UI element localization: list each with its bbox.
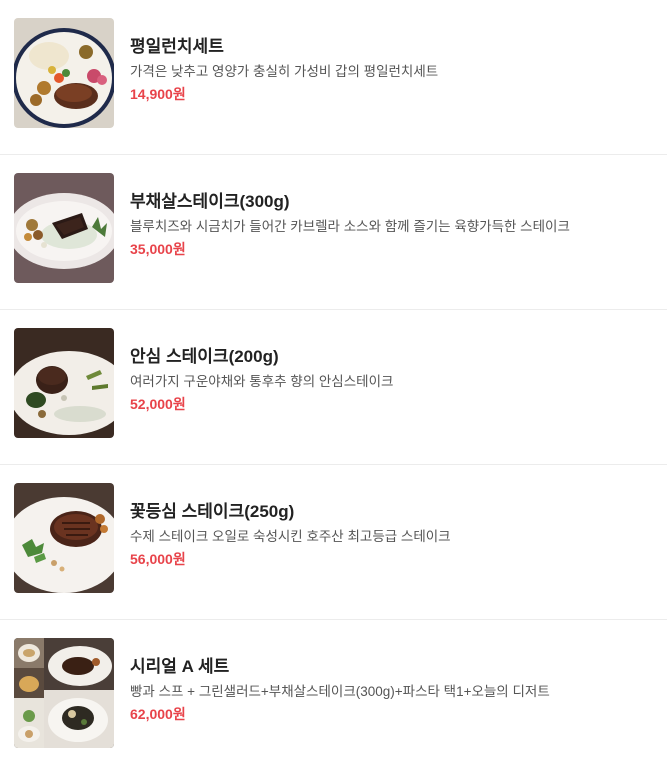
tenderloin-steak-photo <box>14 328 114 438</box>
menu-item-info: 평일런치세트 가격은 낮추고 영양가 충실히 가성비 갑의 평일런치세트 14,… <box>130 35 657 104</box>
set-collage-photo <box>14 638 114 748</box>
menu-item[interactable]: 평일런치세트 가격은 낮추고 영양가 충실히 가성비 갑의 평일런치세트 14,… <box>0 0 667 155</box>
menu-item-description: 빵과 스프 + 그린샐러드+부채살스테이크(300g)+파스타 택1+오늘의 디… <box>130 684 550 699</box>
menu-item-info: 안심 스테이크(200g) 여러가지 구운야채와 통후추 향의 안심스테이크 5… <box>130 345 657 414</box>
menu-item-description: 가격은 낮추고 영양가 충실히 가성비 갑의 평일런치세트 <box>130 64 439 79</box>
menu-item-name: 꽃등심 스테이크(250g) <box>130 502 295 521</box>
chuck-steak-photo <box>14 173 114 283</box>
menu-item-price: 14,900원 <box>130 86 186 102</box>
menu-item-photo[interactable] <box>14 173 114 283</box>
menu-list: 평일런치세트 가격은 낮추고 영양가 충실히 가성비 갑의 평일런치세트 14,… <box>0 0 667 775</box>
menu-item-info: 시리얼 A 세트 빵과 스프 + 그린샐러드+부채살스테이크(300g)+파스타… <box>130 655 657 724</box>
menu-item-name: 부채살스테이크(300g) <box>130 192 290 211</box>
menu-item-photo[interactable] <box>14 18 114 128</box>
menu-item-photo[interactable] <box>14 483 114 593</box>
menu-item-name: 안심 스테이크(200g) <box>130 347 279 366</box>
menu-item-price: 52,000원 <box>130 396 186 412</box>
menu-item[interactable]: 부채살스테이크(300g) 블루치즈와 시금치가 들어간 카브렐라 소스와 함께… <box>0 155 667 310</box>
menu-item[interactable]: 시리얼 A 세트 빵과 스프 + 그린샐러드+부채살스테이크(300g)+파스타… <box>0 620 667 775</box>
menu-item-info: 꽃등심 스테이크(250g) 수제 스테이크 오일로 숙성시킨 호주산 최고등급… <box>130 500 657 569</box>
menu-item-description: 블루치즈와 시금치가 들어간 카브렐라 소스와 함께 즐기는 육향가득한 스테이… <box>130 219 570 234</box>
menu-item-description: 수제 스테이크 오일로 숙성시킨 호주산 최고등급 스테이크 <box>130 529 451 544</box>
menu-item-price: 56,000원 <box>130 551 186 567</box>
menu-item-name: 시리얼 A 세트 <box>130 657 230 676</box>
ribeye-steak-photo <box>14 483 114 593</box>
menu-item-name: 평일런치세트 <box>130 37 224 56</box>
menu-item-price: 35,000원 <box>130 241 186 257</box>
menu-item[interactable]: 안심 스테이크(200g) 여러가지 구운야채와 통후추 향의 안심스테이크 5… <box>0 310 667 465</box>
lunch-set-photo <box>14 18 114 128</box>
menu-item-photo[interactable] <box>14 638 114 748</box>
menu-item-description: 여러가지 구운야채와 통후추 향의 안심스테이크 <box>130 374 394 389</box>
menu-item-photo[interactable] <box>14 328 114 438</box>
menu-item-info: 부채살스테이크(300g) 블루치즈와 시금치가 들어간 카브렐라 소스와 함께… <box>130 190 657 259</box>
menu-item-price: 62,000원 <box>130 706 186 722</box>
menu-item[interactable]: 꽃등심 스테이크(250g) 수제 스테이크 오일로 숙성시킨 호주산 최고등급… <box>0 465 667 620</box>
